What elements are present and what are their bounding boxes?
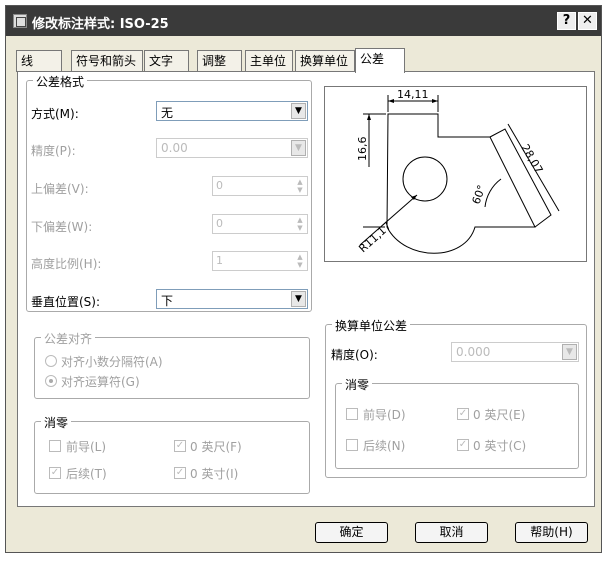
leading-label: 前导(L) (66, 440, 107, 454)
tolerance-alignment-legend: 公差对齐 (41, 330, 96, 347)
alt-inches-checkbox[interactable]: ✓ (457, 439, 469, 451)
close-button[interactable]: ✕ (578, 12, 597, 30)
alt-trailing-checkbox[interactable] (346, 439, 358, 451)
scaling-height-stepper[interactable]: 1 ▲ ▼ (212, 251, 308, 271)
leading-checkbox[interactable] (49, 440, 61, 452)
alt-trailing-label: 后续(N) (363, 439, 406, 453)
alt-zero-suppression-legend: 消零 (342, 376, 373, 393)
spin-arrows-icon: ▲ ▼ (294, 216, 306, 232)
tolerance-format-legend: 公差格式 (33, 73, 88, 90)
ok-button[interactable]: 确定 (315, 522, 388, 543)
lower-value-label: 下偏差(W): (31, 220, 93, 234)
dim-top-text: 14,11 (397, 88, 429, 101)
dim-right-text: 28,07 (518, 142, 545, 176)
tolerances-panel: 公差格式 方式(M): 无 ▼ 精度(P): 0.00 ▼ 上偏差(V): 0 … (17, 71, 595, 507)
tab-symbols-arrows[interactable]: 符号和箭头 (71, 50, 143, 72)
method-select[interactable]: 无 ▼ (156, 101, 308, 121)
scaling-height-value: 1 (216, 254, 223, 267)
tab-lines[interactable]: 线 (16, 50, 62, 72)
cancel-button[interactable]: 取消 (415, 522, 488, 543)
preview-pane: 14,11 16,6 28,07 60° R11,17 (324, 86, 587, 262)
method-value: 无 (161, 106, 174, 120)
inches-checkbox[interactable]: ✓ (174, 467, 186, 479)
method-label: 方式(M): (31, 107, 79, 121)
inches-label: 0 英寸(I) (190, 467, 239, 481)
alt-precision-value: 0.000 (456, 345, 491, 359)
alt-zero-suppression-group: 消零 前导(D) ✓ 0 英尺(E) 后续(N) ✓ 0 英寸(C) (335, 376, 579, 469)
alt-inches-label: 0 英寸(C) (473, 439, 527, 453)
tab-text[interactable]: 文字 (144, 50, 189, 72)
lower-value: 0 (216, 217, 223, 230)
trailing-label: 后续(T) (66, 467, 107, 481)
alt-leading-checkbox[interactable] (346, 408, 358, 420)
dimension-preview-drawing: 14,11 16,6 28,07 60° R11,17 (356, 88, 560, 255)
upper-value-label: 上偏差(V): (31, 182, 89, 196)
feet-label: 0 英尺(F) (190, 440, 242, 454)
zero-suppression-legend: 消零 (41, 414, 72, 431)
vertical-position-value: 下 (161, 294, 174, 308)
spin-down-icon[interactable]: ▼ (297, 186, 302, 194)
spin-up-icon[interactable]: ▲ (297, 253, 302, 261)
alt-feet-label: 0 英尺(E) (473, 408, 526, 422)
tolerance-alignment-group: 公差对齐 对齐小数分隔符(A) 对齐运算符(G) (34, 330, 310, 399)
spin-up-icon[interactable]: ▲ (297, 178, 302, 186)
dialog-window: 修改标注样式: ISO-25 ? ✕ 线 符号和箭头 文字 调整 主单位 换算单… (5, 5, 602, 553)
align-operator-radio[interactable] (45, 375, 57, 387)
precision-value: 0.00 (161, 141, 188, 155)
tab-primary-units[interactable]: 主单位 (245, 50, 293, 72)
title-bar[interactable]: 修改标注样式: ISO-25 ? ✕ (6, 6, 601, 36)
lower-value-stepper[interactable]: 0 ▲ ▼ (212, 214, 308, 234)
arrow-head (367, 114, 371, 120)
part-outline (386, 113, 536, 254)
help-title-button[interactable]: ? (557, 12, 576, 30)
chevron-down-icon: ▼ (291, 140, 306, 156)
tab-alternate-units[interactable]: 换算单位 (295, 50, 355, 72)
precision-select[interactable]: 0.00 ▼ (156, 138, 308, 158)
angle-arc (484, 178, 502, 208)
zero-suppression-group: 消零 前导(L) ✓ 0 英尺(F) ✓ 后续(T) ✓ 0 英寸(I) (34, 414, 310, 494)
tolerance-format-group: 公差格式 方式(M): 无 ▼ 精度(P): 0.00 ▼ 上偏差(V): 0 … (26, 73, 312, 312)
spin-arrows-icon: ▲ ▼ (294, 253, 306, 269)
alt-precision-select[interactable]: 0.000 ▼ (451, 342, 579, 362)
chevron-down-icon: ▼ (291, 103, 306, 119)
tab-fit[interactable]: 调整 (197, 50, 242, 72)
arrow-head (388, 99, 394, 103)
spin-down-icon[interactable]: ▼ (297, 224, 302, 232)
hole-circle (402, 156, 448, 202)
align-operator-label: 对齐运算符(G) (61, 375, 140, 389)
alt-feet-checkbox[interactable]: ✓ (457, 408, 469, 420)
align-decimal-label: 对齐小数分隔符(A) (61, 355, 163, 369)
feet-checkbox[interactable]: ✓ (174, 440, 186, 452)
scaling-height-label: 高度比例(H): (31, 257, 102, 271)
tab-tolerances[interactable]: 公差 (355, 48, 405, 73)
alt-tolerance-legend: 换算单位公差 (332, 317, 411, 334)
radius-text: R11,17 (356, 219, 394, 255)
vertical-position-select[interactable]: 下 ▼ (156, 289, 308, 309)
trailing-checkbox[interactable]: ✓ (49, 467, 61, 479)
vertical-position-label: 垂直位置(S): (31, 295, 101, 309)
alt-leading-label: 前导(D) (363, 408, 406, 422)
angled-face (489, 128, 552, 228)
upper-value: 0 (216, 179, 223, 192)
spin-arrows-icon: ▲ ▼ (294, 178, 306, 194)
chevron-down-icon: ▼ (291, 291, 306, 307)
app-icon (13, 14, 27, 28)
window-title: 修改标注样式: ISO-25 (32, 17, 169, 32)
arrow-head (432, 99, 438, 103)
spin-up-icon[interactable]: ▲ (297, 216, 302, 224)
alt-precision-label: 精度(O): (331, 348, 378, 362)
help-button[interactable]: 帮助(H) (515, 522, 588, 543)
dim-left-text: 16,6 (356, 137, 369, 162)
align-decimal-radio[interactable] (45, 355, 57, 367)
upper-value-stepper[interactable]: 0 ▲ ▼ (212, 176, 308, 196)
alt-tolerance-group: 换算单位公差 精度(O): 0.000 ▼ 消零 前导(D) ✓ 0 英尺(E)… (325, 317, 587, 478)
precision-label: 精度(P): (31, 144, 76, 158)
spin-down-icon[interactable]: ▼ (297, 261, 302, 269)
chevron-down-icon: ▼ (562, 344, 577, 360)
